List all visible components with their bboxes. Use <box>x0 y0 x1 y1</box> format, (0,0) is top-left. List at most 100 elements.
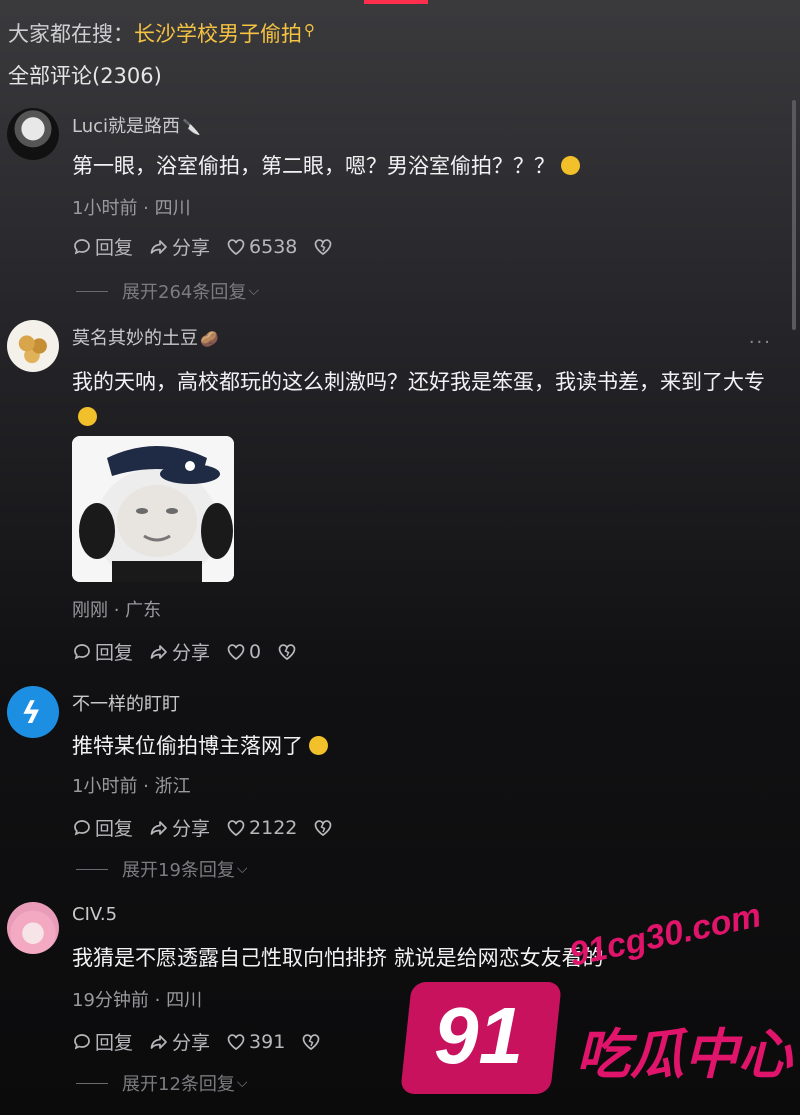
active-tab-indicator <box>364 0 428 4</box>
share-arrow-icon <box>150 644 167 659</box>
share-label: 分享 <box>172 237 211 259</box>
search-suggestion[interactable]: 大家都在搜：长沙学校男子偷拍 ⚲ <box>8 18 315 48</box>
sticker-image[interactable] <box>72 436 234 582</box>
speech-bubble-icon <box>74 238 90 255</box>
chevron-down-icon: ⌵ <box>248 283 259 299</box>
search-suggestion-keyword[interactable]: 长沙学校男子偷拍 <box>134 22 302 46</box>
laughing-emoji-icon <box>309 735 328 755</box>
grin-emoji-icon <box>78 406 97 426</box>
broken-heart-icon <box>302 1033 320 1050</box>
reply-label: 回复 <box>95 818 134 840</box>
comments-count-title: 全部评论(2306) <box>8 64 162 88</box>
comment-text: 第一眼，浴室偷拍，第二眼，嗯？男浴室偷拍？？？ <box>72 149 772 184</box>
heart-icon <box>227 1033 245 1050</box>
divider-line <box>76 290 108 292</box>
comment-username[interactable]: CIV.5 <box>72 904 117 925</box>
comment-text: 我的天呐，高校都玩的这么刺激吗？还好我是笨蛋，我读书差，来到了大专 <box>72 365 772 435</box>
dislike-button[interactable] <box>313 818 336 838</box>
reply-label: 回复 <box>95 642 134 664</box>
like-count: 0 <box>249 640 262 663</box>
panda-meme-image <box>72 436 234 582</box>
knife-icon: 🔪 <box>182 118 201 136</box>
heart-icon <box>227 643 245 660</box>
expand-replies-button[interactable]: 展开19条回复 ⌵ <box>72 856 248 882</box>
comment-meta: 刚刚 · 广东 <box>72 600 162 621</box>
like-button[interactable]: 391 <box>226 1031 285 1053</box>
username-text: 不一样的盯盯 <box>72 694 180 715</box>
expand-replies-button[interactable]: 展开12条回复 ⌵ <box>72 1070 248 1096</box>
reply-button[interactable]: 回复 <box>72 638 133 665</box>
broken-heart-icon <box>315 819 332 836</box>
broken-heart-icon <box>315 238 332 255</box>
watermark-logo: 91cg30.com 91 吃瓜中心 <box>400 896 800 1115</box>
comment-meta: 19分钟前 · 四川 <box>72 990 203 1011</box>
comment-text-content: 我的天呐，高校都玩的这么刺激吗？还好我是笨蛋，我读书差，来到了大专 <box>72 370 765 394</box>
like-count: 6538 <box>249 235 298 258</box>
share-button[interactable]: 分享 <box>149 638 210 665</box>
expand-replies-label: 展开264条回复 <box>122 282 247 303</box>
chevron-down-icon: ⌵ <box>236 861 248 877</box>
comment-actions: 回复 分享 0 <box>72 638 316 665</box>
share-button[interactable]: 分享 <box>149 233 210 260</box>
comment-actions: 回复 分享 6538 <box>72 233 352 260</box>
share-arrow-icon <box>150 239 167 254</box>
reply-button[interactable]: 回复 <box>72 814 133 841</box>
share-label: 分享 <box>172 818 211 840</box>
more-options-button[interactable]: ··· <box>749 332 772 353</box>
reply-label: 回复 <box>95 237 134 259</box>
surprised-emoji-icon <box>561 155 580 175</box>
comment-username[interactable]: 不一样的盯盯 <box>72 690 180 716</box>
potato-icon: 🥔 <box>200 330 219 348</box>
scrollbar[interactable] <box>792 100 796 330</box>
comment-username[interactable]: 莫名其妙的土豆 🥔 <box>72 324 219 350</box>
comment-text-content: 第一眼，浴室偷拍，第二眼，嗯？男浴室偷拍？？？ <box>72 154 555 178</box>
dislike-button[interactable] <box>277 642 300 662</box>
avatar[interactable] <box>7 108 59 160</box>
avatar[interactable] <box>7 902 59 954</box>
chevron-down-icon: ⌵ <box>236 1075 248 1091</box>
username-text: Luci就是路西 <box>72 116 181 137</box>
share-arrow-icon <box>150 1034 167 1049</box>
dislike-button[interactable] <box>301 1032 324 1052</box>
comment-actions: 回复 分享 391 <box>72 1028 340 1055</box>
speech-bubble-icon <box>74 643 90 660</box>
comment-text-content: 推特某位偷拍博主落网了 <box>72 734 303 758</box>
like-button[interactable]: 2122 <box>226 817 297 839</box>
divider-line <box>76 1082 108 1084</box>
heart-icon <box>227 819 245 836</box>
speech-bubble-icon <box>74 1033 90 1050</box>
avatar[interactable]: ϟ <box>7 686 59 738</box>
watermark-name: 吃瓜中心 <box>576 1023 792 1086</box>
search-icon: ⚲ <box>304 21 315 39</box>
share-arrow-icon <box>150 820 167 835</box>
divider-line <box>76 868 108 870</box>
comment-username[interactable]: Luci就是路西 🔪 <box>72 112 201 138</box>
like-button[interactable]: 6538 <box>226 236 297 258</box>
search-suggestion-prefix: 大家都在搜： <box>8 22 134 46</box>
broken-heart-icon <box>278 643 296 660</box>
speech-bubble-icon <box>74 819 90 836</box>
expand-replies-button[interactable]: 展开264条回复 ⌵ <box>72 278 259 304</box>
expand-replies-label: 展开19条回复 <box>122 860 235 881</box>
comment-meta: 1小时前 · 浙江 <box>72 776 191 797</box>
reply-button[interactable]: 回复 <box>72 1028 133 1055</box>
comment-meta: 1小时前 · 四川 <box>72 198 191 219</box>
comment-actions: 回复 分享 2122 <box>72 814 352 841</box>
reply-button[interactable]: 回复 <box>72 233 133 260</box>
like-count: 2122 <box>249 816 298 839</box>
dislike-button[interactable] <box>313 237 336 257</box>
reply-label: 回复 <box>95 1032 134 1054</box>
comment-text: 推特某位偷拍博主落网了 <box>72 729 772 764</box>
username-text: CIV.5 <box>72 904 118 925</box>
avatar[interactable] <box>7 320 59 372</box>
like-button[interactable]: 0 <box>226 641 261 663</box>
watermark-number: 91 <box>434 991 523 1080</box>
share-label: 分享 <box>172 642 211 664</box>
watermark-site: 91cg30.com <box>566 896 765 974</box>
expand-replies-label: 展开12条回复 <box>122 1074 235 1095</box>
share-button[interactable]: 分享 <box>149 1028 210 1055</box>
heart-icon <box>227 238 245 255</box>
username-text: 莫名其妙的土豆 <box>72 328 198 349</box>
lightning-icon: ϟ <box>17 696 44 731</box>
share-button[interactable]: 分享 <box>149 814 210 841</box>
